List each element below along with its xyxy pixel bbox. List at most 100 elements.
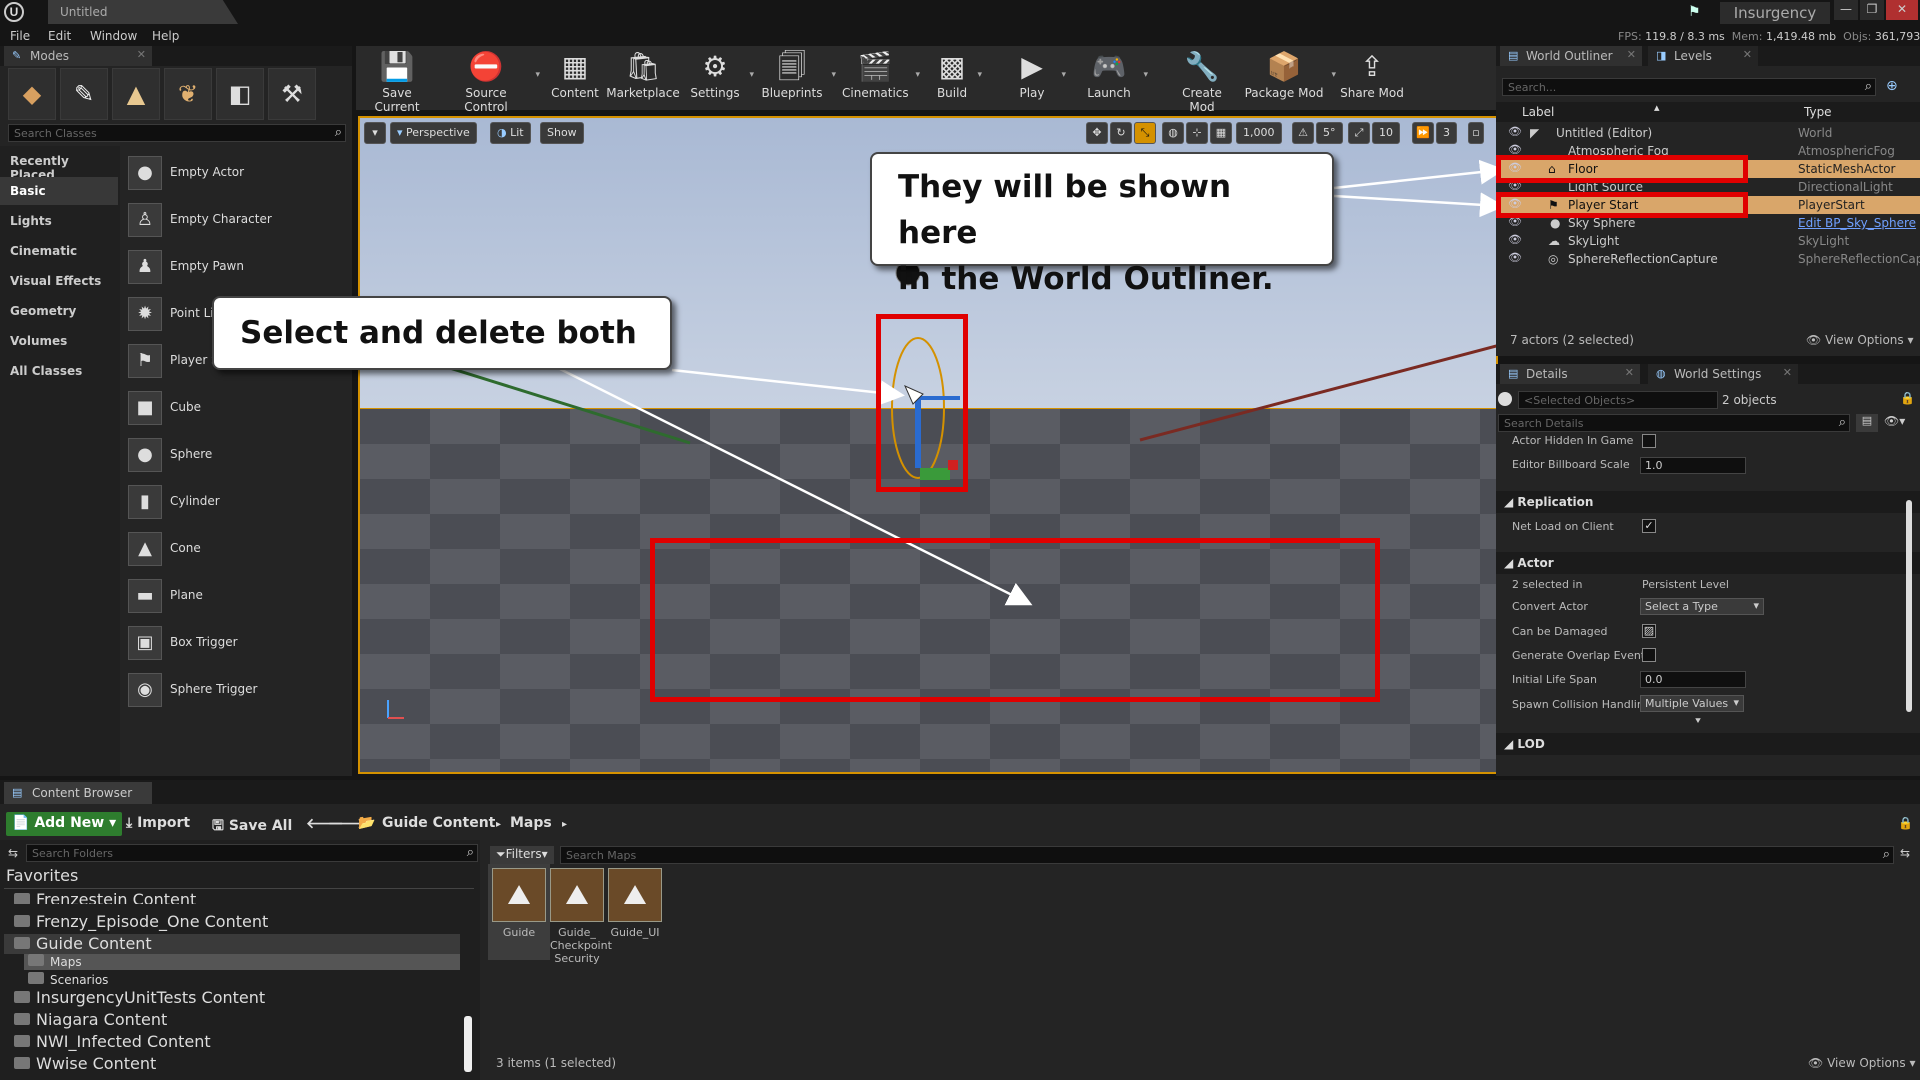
eye-icon[interactable]: 👁 — [1508, 233, 1522, 246]
menu-window[interactable]: Window — [90, 29, 137, 43]
place-empty-actor[interactable]: ● Empty Actor — [128, 152, 348, 194]
breadcrumb-separator-icon[interactable]: ▸ — [556, 816, 573, 840]
cinematics-button[interactable]: 🎬 Cinematics ▾ — [842, 48, 920, 108]
filters-button[interactable]: ⏷Filters▾ — [490, 846, 554, 864]
outliner-view-options[interactable]: 👁 View Options ▾ — [1806, 333, 1914, 347]
build-button[interactable]: ▩ Build ▾ — [934, 48, 982, 108]
lod-section[interactable]: ◢ LOD — [1496, 733, 1920, 755]
source-control-flag-icon[interactable]: ⚑ — [1688, 4, 1701, 20]
rotation-snap-value[interactable]: 5° — [1316, 122, 1343, 144]
overlap-events-checkbox[interactable] — [1642, 648, 1656, 662]
show-button[interactable]: Show — [540, 122, 584, 144]
place-plane[interactable]: ▬ Plane — [128, 575, 348, 617]
column-type[interactable]: Type — [1804, 105, 1832, 119]
close-icon[interactable]: ✕ — [1627, 48, 1636, 61]
scale-snap-icon[interactable]: ⤢ — [1348, 122, 1370, 144]
geometry-mode-icon[interactable]: ◧ — [216, 68, 264, 120]
net-load-checkbox[interactable]: ✓ — [1642, 519, 1656, 533]
folder-niagara[interactable]: Niagara Content — [14, 1010, 167, 1032]
outliner-row-sphere-reflection[interactable]: 👁 ◎ SphereReflectionCapture SphereReflectio… — [1500, 250, 1920, 268]
grid-snap-value[interactable]: 1,000 — [1236, 122, 1282, 144]
view-options-eye-icon[interactable]: 👁▾ — [1884, 414, 1905, 428]
folder-frenzestein[interactable]: Frenzestein Content — [14, 890, 196, 904]
tab-details[interactable]: ▤ Details ✕ — [1500, 364, 1640, 384]
billboard-scale-field[interactable]: 1.0 — [1640, 457, 1746, 474]
share-mod-button[interactable]: ⇪ Share Mod — [1340, 48, 1404, 108]
sources-panel-icon[interactable]: ⇆ — [1900, 846, 1910, 860]
tab-modes[interactable]: ✎ Modes ✕ — [4, 46, 152, 66]
edit-blueprint-link[interactable]: Edit BP_Sky_Sphere — [1798, 216, 1916, 230]
place-box-trigger[interactable]: ▣ Box Trigger — [128, 622, 348, 664]
eye-icon[interactable]: 👁 — [1508, 251, 1522, 264]
place-sphere-trigger[interactable]: ◉ Sphere Trigger — [128, 669, 348, 711]
folder-nwi-infected[interactable]: NWI_Infected Content — [14, 1032, 211, 1054]
category-recently-placed[interactable]: Recently Placed — [0, 147, 118, 182]
translate-icon[interactable]: ✥ — [1086, 122, 1108, 144]
folder-frenzy-episode-one[interactable]: Frenzy_Episode_One Content — [14, 912, 268, 934]
close-icon[interactable]: ✕ — [1625, 366, 1634, 379]
marketplace-button[interactable]: 🛍 Marketplace — [606, 48, 680, 108]
viewport-options-button[interactable]: ▾ — [364, 122, 386, 144]
add-new-button[interactable]: 📄 Add New ▾ — [6, 812, 123, 836]
category-lights[interactable]: Lights — [0, 207, 118, 235]
menu-file[interactable]: File — [10, 29, 30, 43]
place-sphere[interactable]: ● Sphere — [128, 434, 348, 476]
property-matrix-icon[interactable]: ▤ — [1856, 414, 1878, 432]
category-cinematic[interactable]: Cinematic — [0, 237, 118, 265]
blueprints-button[interactable]: 🗐 Blueprints ▾ — [760, 48, 836, 108]
rotate-icon[interactable]: ↻ — [1110, 122, 1132, 144]
place-cube[interactable]: ■ Cube — [128, 387, 348, 429]
category-visual-effects[interactable]: Visual Effects — [0, 267, 118, 295]
play-button[interactable]: ▶ Play ▾ — [1010, 48, 1066, 108]
lit-button[interactable]: ◑ Lit — [490, 122, 531, 144]
asset-guide-checkpoint-security[interactable]: ⛰ Guide_ Checkpoint Security — [550, 868, 612, 965]
place-empty-character[interactable]: ♙ Empty Character — [128, 199, 348, 241]
breadcrumb-guide-content[interactable]: Guide Content — [376, 812, 501, 836]
menu-help[interactable]: Help — [152, 29, 179, 43]
favorites-heading[interactable]: Favorites — [6, 866, 78, 885]
category-all-classes[interactable]: All Classes — [0, 357, 118, 385]
convert-actor-dropdown[interactable]: Select a Type ▾ — [1640, 598, 1764, 615]
category-basic[interactable]: Basic — [0, 177, 118, 205]
spawn-collision-dropdown[interactable]: Multiple Values ▾ — [1640, 695, 1744, 712]
folder-wwise[interactable]: Wwise Content — [14, 1054, 156, 1076]
asset-guide-ui[interactable]: ⛰ Guide_UI — [608, 868, 662, 939]
outliner-row-skylight[interactable]: 👁 ☁ SkyLight SkyLight — [1500, 232, 1920, 250]
actor-section[interactable]: ◢ Actor — [1496, 552, 1920, 574]
content-button[interactable]: ▦ Content — [550, 48, 600, 108]
initial-life-span-field[interactable]: 0.0 — [1640, 671, 1746, 688]
actor-hidden-checkbox[interactable] — [1642, 434, 1656, 448]
asset-guide[interactable]: ⛰ Guide — [492, 868, 546, 939]
lock-icon[interactable]: 🔒 — [1898, 816, 1913, 830]
save-current-button[interactable]: 💾 Save Current — [362, 48, 432, 114]
place-cylinder[interactable]: ▮ Cylinder — [128, 481, 348, 523]
tab-levels[interactable]: ◨ Levels ✕ — [1648, 46, 1758, 66]
category-geometry[interactable]: Geometry — [0, 297, 118, 325]
minimize-button[interactable]: — — [1834, 0, 1858, 20]
can-be-damaged-checkbox[interactable]: ▨ — [1642, 624, 1656, 638]
search-details-input[interactable]: Search Details ⌕ — [1498, 414, 1850, 432]
menu-edit[interactable]: Edit — [48, 29, 71, 43]
landscape-mode-icon[interactable]: ▲ — [112, 68, 160, 120]
surface-snap-icon[interactable]: ⊹ — [1186, 122, 1208, 144]
close-icon[interactable]: ✕ — [137, 48, 146, 61]
settings-button[interactable]: ⚙ Settings ▾ — [688, 48, 754, 108]
folder-maps[interactable]: Maps — [28, 954, 82, 970]
maximize-viewport-icon[interactable]: ▫ — [1468, 122, 1484, 144]
details-scrollbar[interactable] — [1906, 500, 1912, 712]
foliage-mode-icon[interactable]: ❦ — [164, 68, 212, 120]
tab-world-settings[interactable]: ◍ World Settings ✕ — [1648, 364, 1798, 384]
breadcrumb-maps[interactable]: Maps — [504, 812, 558, 836]
world-space-icon[interactable]: ◍ — [1162, 122, 1184, 144]
maximize-button[interactable]: ❐ — [1860, 0, 1884, 20]
unreal-logo-icon[interactable]: U — [4, 2, 24, 22]
rotation-snap-icon[interactable]: ⚠ — [1292, 122, 1314, 144]
tab-world-outliner[interactable]: ▤ World Outliner ✕ — [1500, 46, 1642, 66]
add-actor-icon[interactable]: ⊕ — [1886, 78, 1898, 94]
import-button[interactable]: ⤓ Import — [120, 812, 196, 836]
mesh-paint-mode-icon[interactable]: ⚒ — [268, 68, 316, 120]
save-all-button[interactable]: 🖫 Save All — [206, 812, 298, 836]
scale-icon[interactable]: ⤡ — [1134, 122, 1156, 144]
search-folders-input[interactable]: Search Folders ⌕ — [26, 844, 478, 862]
folder-guide-content[interactable]: Guide Content — [14, 934, 152, 956]
